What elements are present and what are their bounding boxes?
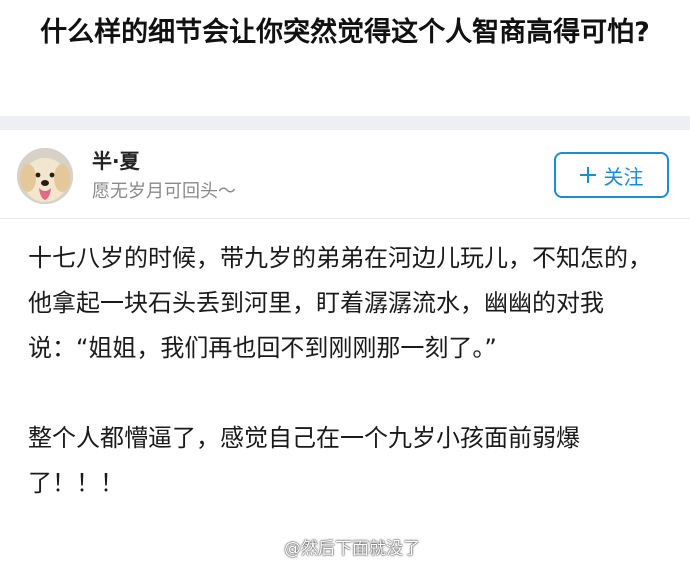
answer-paragraph: 十七八岁的时候，带九岁的弟弟在河边儿玩儿，不知怎的，他拿起一块石头丢到河里，盯着…: [28, 244, 652, 362]
answer-body: 十七八岁的时候，带九岁的弟弟在河边儿玩儿，不知怎的，他拿起一块石头丢到河里，盯着…: [28, 236, 662, 506]
answer-page: 什么样的细节会让你突然觉得这个人智商高得可怕? 半·夏 愿无岁月可回头～ 关注 …: [0, 0, 690, 569]
weibo-logo-icon: [258, 541, 279, 558]
question-title[interactable]: 什么样的细节会让你突然觉得这个人智商高得可怕?: [10, 14, 680, 52]
dog-avatar-image: [17, 148, 73, 204]
answer-paragraph: 整个人都懵逼了，感觉自己在一个九岁小孩面前弱爆了！！！: [28, 424, 580, 497]
watermark: @然后下面就没了: [258, 538, 420, 560]
avatar[interactable]: [17, 148, 73, 204]
plus-icon: [579, 167, 596, 183]
author-row: 半·夏 愿无岁月可回头～ 关注: [0, 130, 690, 219]
author-bio: 愿无岁月可回头～: [92, 181, 236, 202]
author-name[interactable]: 半·夏: [92, 148, 140, 174]
section-divider: [0, 116, 690, 130]
watermark-text: @然后下面就没了: [284, 539, 420, 559]
follow-button[interactable]: 关注: [554, 152, 669, 198]
follow-button-label: 关注: [603, 164, 644, 189]
